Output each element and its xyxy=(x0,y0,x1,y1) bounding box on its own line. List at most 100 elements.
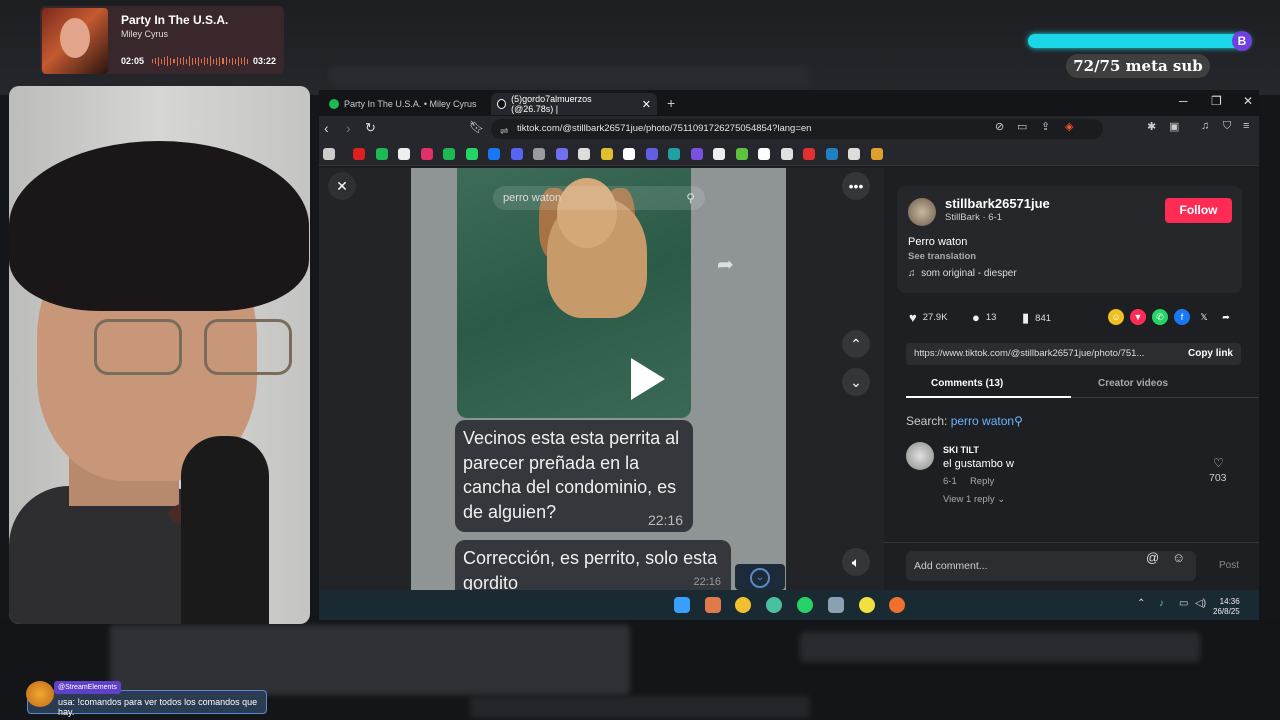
bookmark-favicon-icon[interactable] xyxy=(323,148,335,160)
commenter-avatar[interactable] xyxy=(906,442,934,470)
app-icon[interactable] xyxy=(705,597,721,613)
shield-off-icon[interactable]: ⊘ xyxy=(995,120,1004,133)
brave-shield-icon[interactable]: ◈ xyxy=(1065,120,1073,133)
bookmark-favicon-icon[interactable] xyxy=(713,148,725,160)
url-field[interactable]: ⇌ tiktok.com/@stillbark26571jue/photo/75… xyxy=(491,119,1103,139)
post-comment-button[interactable]: Post xyxy=(1219,560,1239,571)
author-subtitle: StillBark · 6-1 xyxy=(945,212,1003,223)
new-tab-button[interactable]: + xyxy=(667,95,675,111)
bookmark-favicon-icon[interactable] xyxy=(555,148,568,160)
windows-start-icon[interactable] xyxy=(674,597,690,613)
play-icon[interactable] xyxy=(631,358,665,400)
bookmark-favicon-icon[interactable] xyxy=(690,148,703,160)
audio-waveform xyxy=(152,56,248,66)
volume-button[interactable]: 🔈︎ xyxy=(842,548,870,576)
facebook-icon[interactable]: f xyxy=(1174,309,1190,325)
vpn-icon[interactable]: ⛉ xyxy=(1223,120,1231,133)
more-options-button[interactable]: ••• xyxy=(842,172,870,200)
bookmark-favicon-icon[interactable] xyxy=(645,148,658,160)
settings-icon[interactable] xyxy=(828,597,844,613)
view-replies-button[interactable]: View 1 reply ⌄ xyxy=(943,494,1005,505)
reload-button[interactable]: ↻ xyxy=(365,120,376,136)
tiktok-icon xyxy=(497,99,507,109)
close-viewer-button[interactable]: ✕ xyxy=(328,172,356,200)
sound-link[interactable]: ♫ som original - diesper xyxy=(908,268,1017,279)
bookmark-favicon-icon[interactable] xyxy=(443,148,455,160)
share-link[interactable]: https://www.tiktok.com/@stillbark26571ju… xyxy=(914,348,1166,359)
bookmark-favicon-icon[interactable] xyxy=(803,148,815,160)
comment-like-icon[interactable]: ♡ xyxy=(1213,456,1224,470)
bookmark-favicon-icon[interactable] xyxy=(735,148,748,160)
like-button[interactable]: ♥ 27.9K xyxy=(909,310,948,325)
media-icon[interactable]: ♫ xyxy=(1201,120,1209,132)
bookmark-icon: ▮ xyxy=(1022,310,1030,325)
share-friends-icon[interactable]: ☺ xyxy=(1108,309,1124,325)
post-viewer: ✕ ••• perro waton ⚲ ➦ Vecinos esta esta … xyxy=(319,168,884,590)
bookmark-favicon-icon[interactable] xyxy=(398,148,410,160)
app-icon[interactable] xyxy=(766,597,782,613)
x-icon[interactable]: 𝕏 xyxy=(1196,309,1212,325)
close-tab-icon[interactable]: ✕ xyxy=(642,98,651,111)
see-translation-link[interactable]: See translation xyxy=(908,251,976,262)
save-button[interactable]: ▮ 841 xyxy=(1022,310,1051,326)
bookmark-favicon-icon[interactable] xyxy=(578,148,590,160)
reply-button[interactable]: Reply xyxy=(970,476,994,487)
bookmark-favicon-icon[interactable] xyxy=(420,148,433,160)
more-share-icon[interactable]: ➦ xyxy=(1218,309,1234,325)
previous-post-button[interactable]: ⌃ xyxy=(842,330,870,358)
bookmark-favicon-icon[interactable] xyxy=(510,148,523,160)
bookmark-favicon-icon[interactable] xyxy=(758,148,770,160)
emoji-icon[interactable]: ☺ xyxy=(1172,550,1185,565)
tab-tiktok[interactable]: (5)gordo7almuerzos (@26.78s) | ✕ xyxy=(491,93,657,115)
search-prefix: Search: xyxy=(906,414,948,428)
app-icon[interactable] xyxy=(859,597,875,613)
author-username[interactable]: stillbark26571jue xyxy=(945,196,1050,211)
network-icon[interactable]: ▭ xyxy=(1179,598,1188,609)
tab-music[interactable]: Party In The U.S.A. • Miley Cyrus xyxy=(323,93,491,115)
bookmark-favicon-icon[interactable] xyxy=(600,148,613,160)
bookmark-favicon-icon[interactable] xyxy=(780,148,793,160)
bookmark-favicon-icon[interactable] xyxy=(870,148,883,160)
search-term-link[interactable]: perro waton xyxy=(951,414,1014,428)
bookmark-favicon-icon[interactable] xyxy=(375,148,388,160)
bookmark-favicon-icon[interactable] xyxy=(533,148,545,160)
menu-icon[interactable]: ≡ xyxy=(1243,120,1249,132)
whatsapp-icon[interactable]: ✆ xyxy=(1152,309,1168,325)
bookmark-favicon-icon[interactable] xyxy=(848,148,860,160)
tab-creator-videos[interactable]: Creator videos xyxy=(1098,378,1168,389)
bookmark-icon[interactable]: 🔖︎ xyxy=(469,120,484,134)
share-icon[interactable]: ⇪ xyxy=(1041,120,1050,133)
copy-link-button[interactable]: Copy link xyxy=(1188,348,1233,359)
bookmark-favicon-icon[interactable] xyxy=(668,148,680,160)
forward-button[interactable]: › xyxy=(346,120,351,136)
bookmark-favicon-icon[interactable] xyxy=(465,148,478,160)
post-photo[interactable]: perro waton ⚲ ➦ Vecinos esta esta perrit… xyxy=(411,168,786,590)
bookmark-favicon-icon[interactable] xyxy=(623,148,635,160)
commenter-name[interactable]: SKI TILT xyxy=(943,445,979,455)
mention-icon[interactable]: @ xyxy=(1146,550,1159,565)
close-window-button[interactable]: ✕ xyxy=(1243,94,1253,108)
author-avatar[interactable] xyxy=(908,198,936,226)
sidebar-icon[interactable]: ▣ xyxy=(1169,120,1179,133)
mic-icon[interactable]: ♪ xyxy=(1159,598,1164,609)
share-repost-icon[interactable]: ▼ xyxy=(1130,309,1146,325)
tab-comments[interactable]: Comments (13) xyxy=(931,378,1003,389)
back-button[interactable]: ‹ xyxy=(324,120,329,136)
bookmark-favicon-icon[interactable] xyxy=(488,148,500,160)
bookmark-favicon-icon[interactable] xyxy=(353,148,365,160)
system-clock[interactable]: 14:36 26/8/25 xyxy=(1213,597,1240,617)
whatsapp-icon[interactable] xyxy=(797,597,813,613)
extensions-icon[interactable]: ✱ xyxy=(1147,120,1156,133)
next-post-button[interactable]: ⌄ xyxy=(842,368,870,396)
app-icon[interactable] xyxy=(735,597,751,613)
cast-icon[interactable]: ▭ xyxy=(1017,120,1027,133)
follow-button[interactable]: Follow xyxy=(1165,198,1232,223)
volume-icon[interactable]: ◁) xyxy=(1195,598,1206,609)
app-icon[interactable] xyxy=(889,597,905,613)
minimize-button[interactable]: ─ xyxy=(1179,94,1188,108)
site-info-icon[interactable]: ⇌ xyxy=(500,122,508,142)
comment-button[interactable]: ● 13 xyxy=(972,310,996,325)
maximize-button[interactable]: ❐ xyxy=(1211,94,1222,108)
bookmark-favicon-icon[interactable] xyxy=(825,148,838,160)
tray-expand-icon[interactable]: ⌃ xyxy=(1137,598,1145,609)
